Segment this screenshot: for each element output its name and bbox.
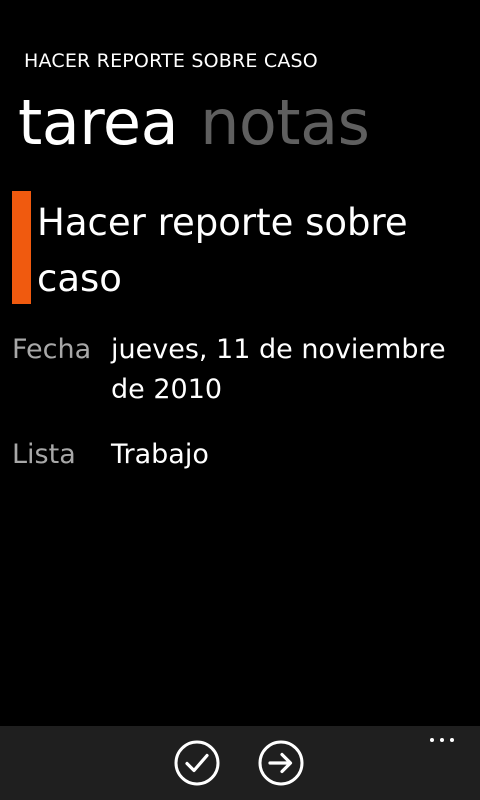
ellipsis-icon[interactable]: [428, 734, 458, 748]
tab-notas[interactable]: notas: [200, 78, 370, 168]
pivot-header: tarea notas: [18, 78, 391, 168]
app-title: HACER REPORTE SOBRE CASO: [24, 50, 318, 72]
priority-accent-bar: [12, 191, 31, 304]
date-value: jueves, 11 de noviembre de 2010: [111, 334, 446, 405]
application-bar: [0, 726, 480, 800]
arrow-right-icon: [258, 740, 304, 786]
list-value: Trabajo: [111, 439, 209, 470]
date-label: Fecha: [12, 334, 92, 365]
check-icon: [174, 740, 220, 786]
tab-tarea[interactable]: tarea: [18, 78, 179, 168]
task-title: Hacer reporte sobre caso: [37, 201, 408, 300]
complete-button[interactable]: [173, 739, 221, 787]
list-label: Lista: [12, 439, 76, 470]
next-button[interactable]: [257, 739, 305, 787]
